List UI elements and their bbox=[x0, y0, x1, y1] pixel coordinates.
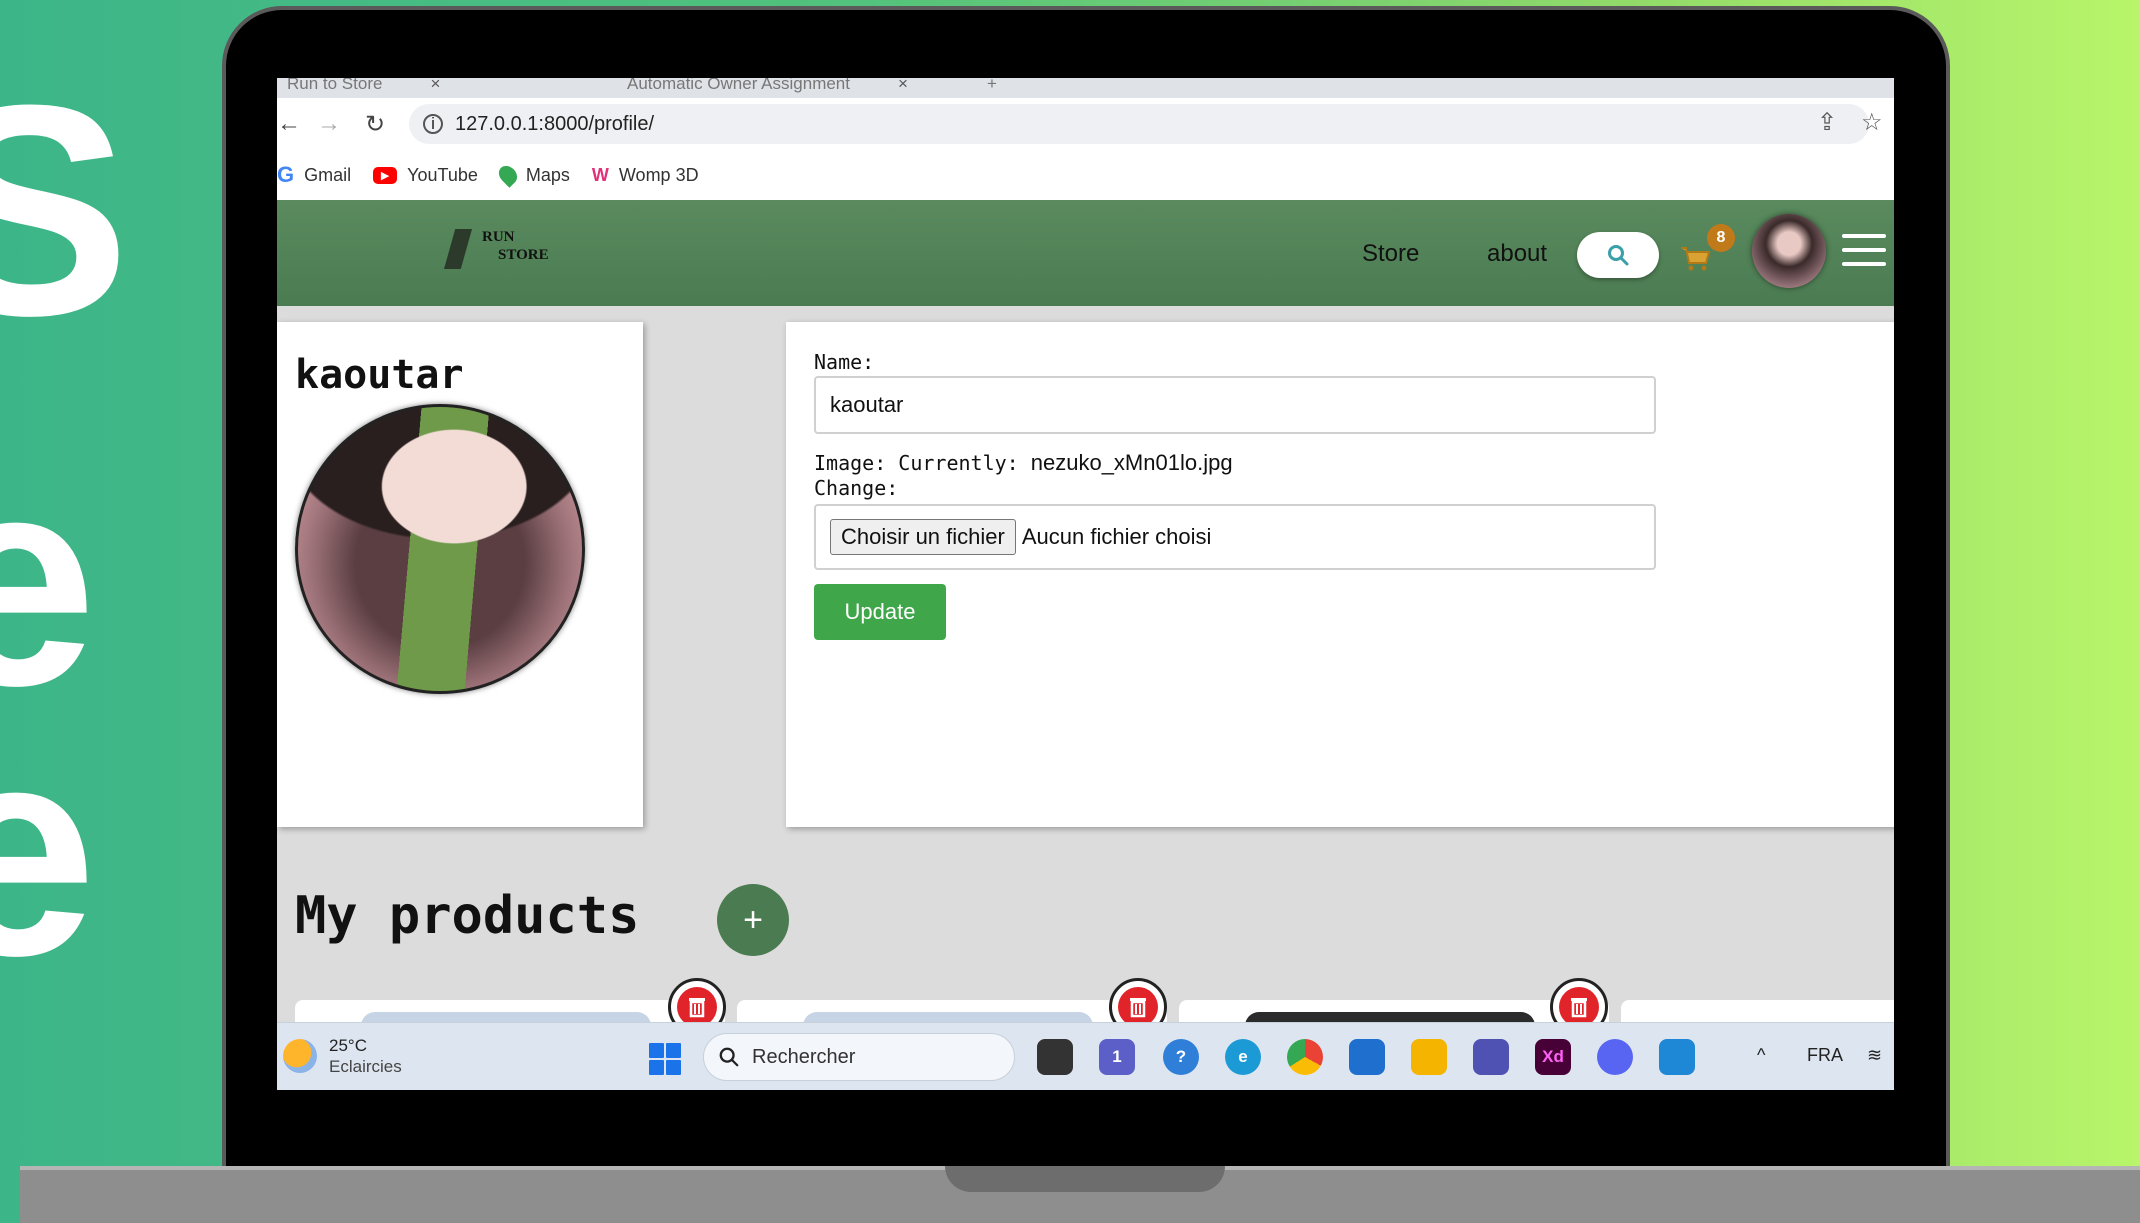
tab-automatic-owner[interactable]: Automatic Owner Assignment × bbox=[627, 78, 908, 96]
trash-icon bbox=[677, 987, 717, 1027]
share-icon[interactable]: ⇪ bbox=[1817, 108, 1837, 137]
profile-username: kaoutar bbox=[295, 352, 464, 398]
menu-icon[interactable] bbox=[1842, 234, 1886, 268]
bookmark-label: Maps bbox=[525, 164, 570, 185]
discord-icon[interactable] bbox=[1597, 1039, 1633, 1075]
youtube-icon: ▶ bbox=[373, 166, 398, 184]
logo-line1: RUN bbox=[482, 229, 515, 245]
back-arrow-icon[interactable]: ← bbox=[277, 110, 301, 138]
trash-icon bbox=[1118, 987, 1158, 1027]
reload-icon[interactable]: ↻ bbox=[365, 110, 385, 139]
bookmark-gmail[interactable]: G Gmail bbox=[277, 162, 351, 188]
wifi-icon[interactable]: ≋ bbox=[1867, 1045, 1882, 1066]
image-file-input[interactable]: Choisir un fichier Aucun fichier choisi bbox=[814, 504, 1656, 570]
chrome-icon[interactable] bbox=[1287, 1039, 1323, 1075]
name-input[interactable]: kaoutar bbox=[814, 376, 1656, 434]
plus-icon: + bbox=[987, 78, 997, 93]
profile-image bbox=[295, 404, 585, 694]
file-status: Aucun fichier choisi bbox=[1021, 524, 1212, 549]
image-label: Image: Currently: nezuko_xMn01lo.jpg bbox=[814, 450, 1233, 476]
chevron-up-icon[interactable]: ^ bbox=[1757, 1045, 1765, 1066]
language-indicator[interactable]: FRA bbox=[1807, 1045, 1843, 1066]
star-icon[interactable]: ☆ bbox=[1861, 108, 1883, 137]
os-taskbar: 25°C Eclaircies Rechercher 1 ? e Xd ^ FR… bbox=[277, 1022, 1894, 1090]
profile-card: kaoutar bbox=[277, 322, 643, 827]
tab-run-to-store[interactable]: Run to Store × bbox=[287, 78, 440, 96]
bookmark-label: YouTube bbox=[407, 164, 478, 185]
browser-tabbar: Run to Store × Automatic Owner Assignmen… bbox=[277, 78, 1894, 98]
info-icon[interactable]: i bbox=[423, 114, 443, 134]
weather-icon bbox=[283, 1039, 317, 1073]
gmail-icon: G bbox=[277, 162, 295, 187]
store-icon[interactable] bbox=[1349, 1039, 1385, 1075]
current-image-link[interactable]: nezuko_xMn01lo.jpg bbox=[1031, 450, 1233, 475]
womp-icon: W bbox=[591, 164, 609, 185]
bookmark-label: Womp 3D bbox=[618, 164, 699, 185]
tab-title: Run to Store bbox=[287, 78, 383, 93]
bookmark-youtube[interactable]: ▶ YouTube bbox=[373, 165, 478, 186]
taskbar-search[interactable]: Rechercher bbox=[703, 1033, 1015, 1081]
new-tab-button[interactable]: + bbox=[987, 78, 997, 96]
close-icon[interactable]: × bbox=[430, 78, 440, 94]
tab-title: Automatic Owner Assignment bbox=[627, 78, 850, 93]
bookmarks-bar: G Gmail ▶ YouTube Maps W Womp 3D bbox=[277, 150, 1894, 200]
search-button[interactable] bbox=[1577, 232, 1659, 278]
update-button[interactable]: Update bbox=[814, 584, 946, 640]
forward-arrow-icon[interactable]: → bbox=[317, 110, 341, 138]
logo-mark bbox=[444, 229, 472, 269]
logo-line2: STORE bbox=[498, 247, 549, 263]
profile-form: Name: kaoutar Image: Currently: nezuko_x… bbox=[786, 322, 1894, 827]
search-icon bbox=[1608, 245, 1629, 266]
vscode-icon[interactable] bbox=[1659, 1039, 1695, 1075]
teams-badge: 1 bbox=[1112, 1047, 1122, 1066]
bookmark-womp[interactable]: W Womp 3D bbox=[592, 165, 699, 186]
site-header: RUN STORE Store about 8 bbox=[277, 200, 1894, 306]
cart-icon[interactable] bbox=[1680, 246, 1712, 272]
avatar[interactable] bbox=[1752, 214, 1826, 288]
adobe-xd-icon[interactable]: Xd bbox=[1535, 1039, 1571, 1075]
close-icon[interactable]: × bbox=[898, 78, 908, 94]
url-text: 127.0.0.1:8000/profile/ bbox=[455, 112, 655, 135]
teams-chat-icon[interactable]: 1 bbox=[1099, 1039, 1135, 1075]
trash-icon bbox=[1559, 987, 1599, 1027]
bookmark-maps[interactable]: Maps bbox=[495, 162, 570, 188]
file-explorer-icon[interactable] bbox=[1411, 1039, 1447, 1075]
nav-about-link[interactable]: about bbox=[1487, 240, 1547, 268]
site-logo[interactable]: RUN STORE bbox=[442, 225, 552, 275]
url-input[interactable]: i 127.0.0.1:8000/profile/ bbox=[409, 104, 1869, 144]
browser-addressbar: ← → ↻ i 127.0.0.1:8000/profile/ ⇪ ☆ bbox=[277, 98, 1894, 150]
taskbar-search-placeholder: Rechercher bbox=[752, 1045, 856, 1068]
maps-icon bbox=[495, 162, 521, 188]
name-label: Name: bbox=[814, 350, 875, 374]
weather-condition: Eclaircies bbox=[329, 1057, 402, 1076]
weather-temperature: 25°C bbox=[329, 1036, 367, 1055]
task-view-icon[interactable] bbox=[1037, 1039, 1073, 1075]
background-letter: S bbox=[0, 42, 131, 378]
windows-start-icon[interactable] bbox=[649, 1043, 681, 1075]
bookmark-label: Gmail bbox=[304, 164, 352, 185]
weather-widget[interactable]: 25°C Eclaircies bbox=[283, 1035, 402, 1077]
edge-icon[interactable]: e bbox=[1225, 1039, 1261, 1075]
products-title: My products bbox=[295, 886, 640, 946]
teams-icon[interactable] bbox=[1473, 1039, 1509, 1075]
nav-store-link[interactable]: Store bbox=[1362, 240, 1419, 268]
image-label-text: Image: Currently: bbox=[814, 451, 1019, 475]
laptop-notch bbox=[945, 1166, 1225, 1192]
add-product-button[interactable]: + bbox=[717, 884, 789, 956]
laptop-screen: Run to Store × Automatic Owner Assignmen… bbox=[277, 78, 1894, 1090]
change-label: Change: bbox=[814, 476, 899, 500]
help-icon[interactable]: ? bbox=[1163, 1039, 1199, 1075]
background-letter: e bbox=[0, 682, 97, 1018]
cart-count-badge: 8 bbox=[1707, 224, 1735, 252]
search-icon bbox=[719, 1047, 739, 1067]
choose-file-button[interactable]: Choisir un fichier bbox=[830, 519, 1016, 555]
